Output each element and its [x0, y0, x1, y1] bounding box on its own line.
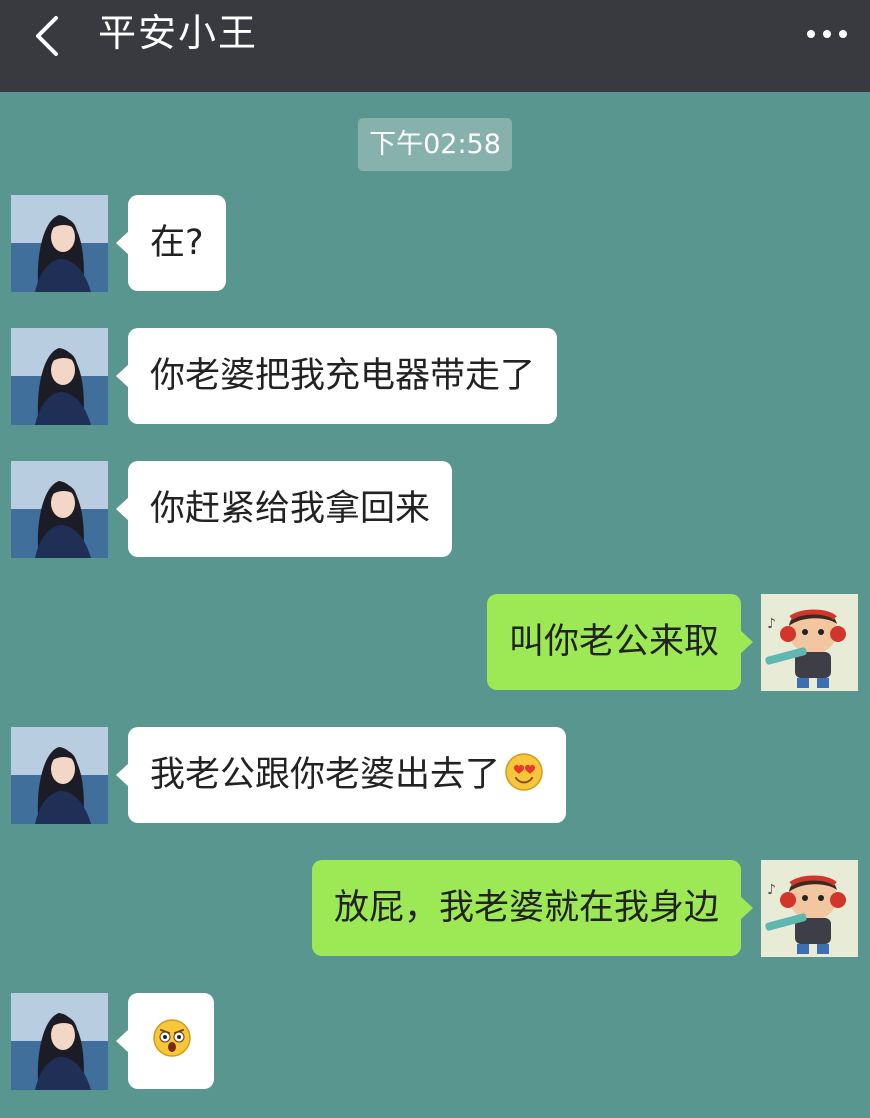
received-message-bubble[interactable]: 你老婆把我充电器带走了: [115, 328, 558, 424]
chevron-left-icon: [36, 16, 58, 56]
shocked-face-emoji-icon: [152, 1018, 192, 1058]
top-bar: 平安小王: [0, 0, 870, 92]
svg-text:♪: ♪: [767, 882, 776, 898]
contact-avatar[interactable]: [11, 993, 108, 1090]
more-dots-icon: [807, 30, 847, 38]
more-button[interactable]: [802, 14, 852, 54]
heart-eyes-emoji-icon: [504, 752, 544, 792]
svg-text:♪: ♪: [767, 616, 776, 632]
contact-avatar[interactable]: [11, 195, 108, 292]
received-message-bubble[interactable]: 我老公跟你老婆出去了: [115, 727, 567, 823]
contact-avatar[interactable]: [11, 727, 108, 824]
received-message-bubble[interactable]: 你赶紧给我拿回来: [115, 461, 453, 557]
chat-title: 平安小王: [98, 11, 259, 55]
my-avatar[interactable]: ♪: [761, 594, 858, 691]
contact-avatar[interactable]: [11, 461, 108, 558]
sent-message-bubble[interactable]: 放屁，我老婆就在我身边: [311, 860, 754, 956]
back-button[interactable]: [22, 8, 78, 64]
timestamp-chip: 下午02:58: [358, 118, 512, 171]
contact-avatar[interactable]: [11, 328, 108, 425]
sent-message-bubble[interactable]: 叫你老公来取: [486, 594, 754, 690]
received-message-bubble[interactable]: [116, 993, 214, 1089]
received-message-bubble[interactable]: 在?: [116, 195, 226, 291]
my-avatar[interactable]: ♪: [761, 860, 858, 957]
